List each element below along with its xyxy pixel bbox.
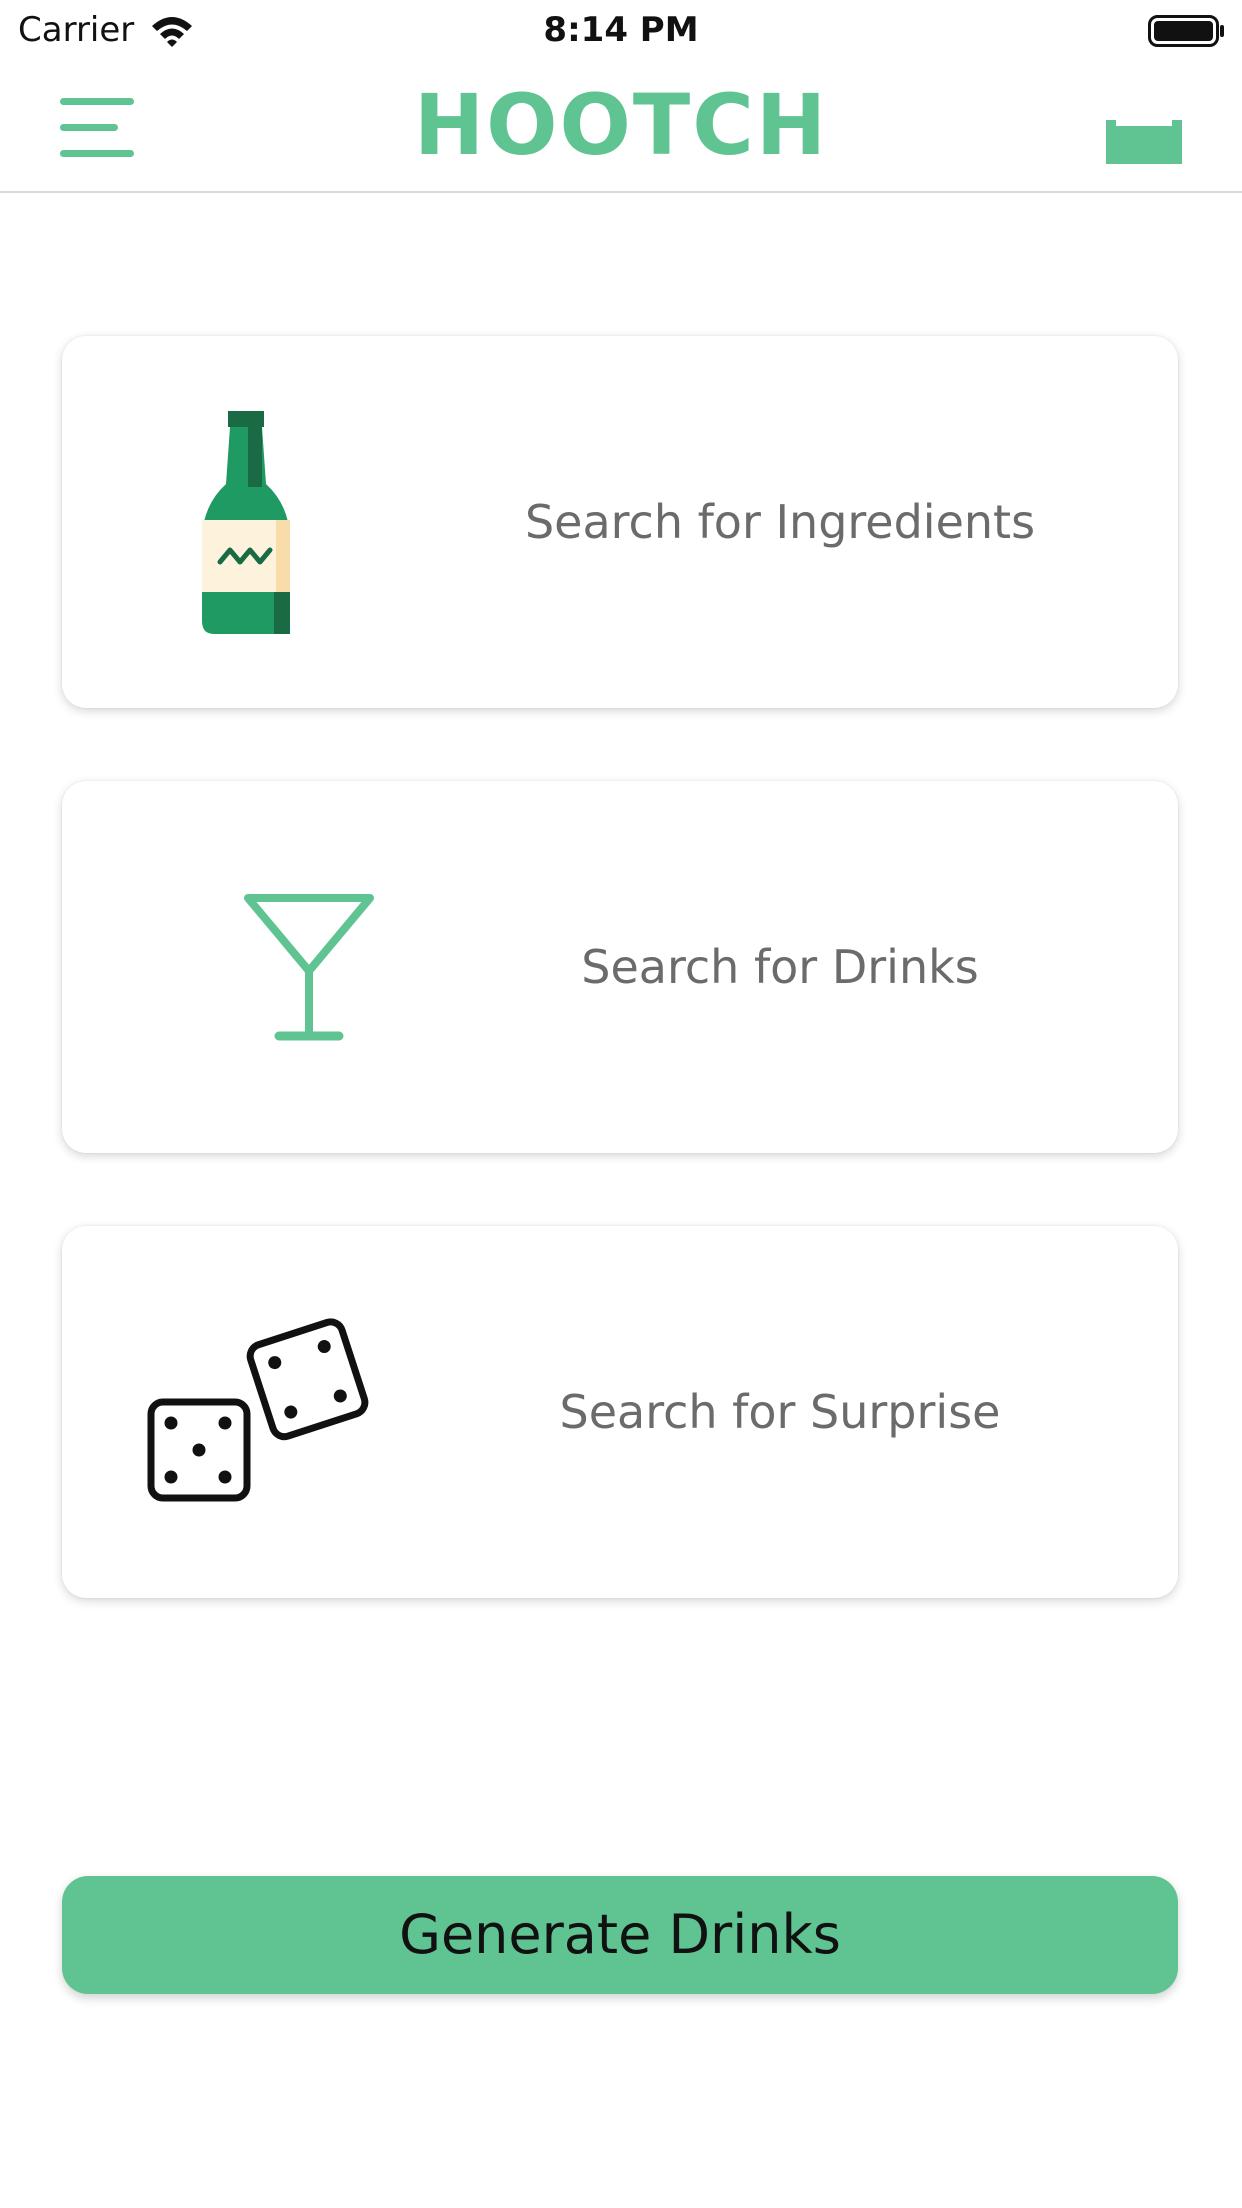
search-surprise-label: Search for Surprise [559,1385,1001,1439]
martini-glass-icon [244,894,374,1041]
battery-icon [1148,15,1224,47]
navigation-bar: HOOTCH [0,60,1242,193]
search-ingredients-card[interactable]: Search for Ingredients [62,336,1178,708]
status-time: 8:14 PM [543,10,699,50]
search-surprise-card[interactable]: Search for Surprise [62,1226,1178,1598]
status-bar: Carrier 8:14 PM [0,0,1242,60]
search-ingredients-label: Search for Ingredients [524,495,1036,549]
search-drinks-card[interactable]: Search for Drinks [62,781,1178,1153]
tray-icon[interactable] [1104,112,1184,172]
app-title: HOOTCH [413,76,829,174]
search-drinks-label: Search for Drinks [581,940,979,994]
bottle-icon [202,411,290,634]
dice-icon [147,1318,369,1502]
hamburger-menu-icon[interactable] [48,90,148,170]
generate-drinks-button[interactable]: Generate Drinks [62,1876,1178,1994]
